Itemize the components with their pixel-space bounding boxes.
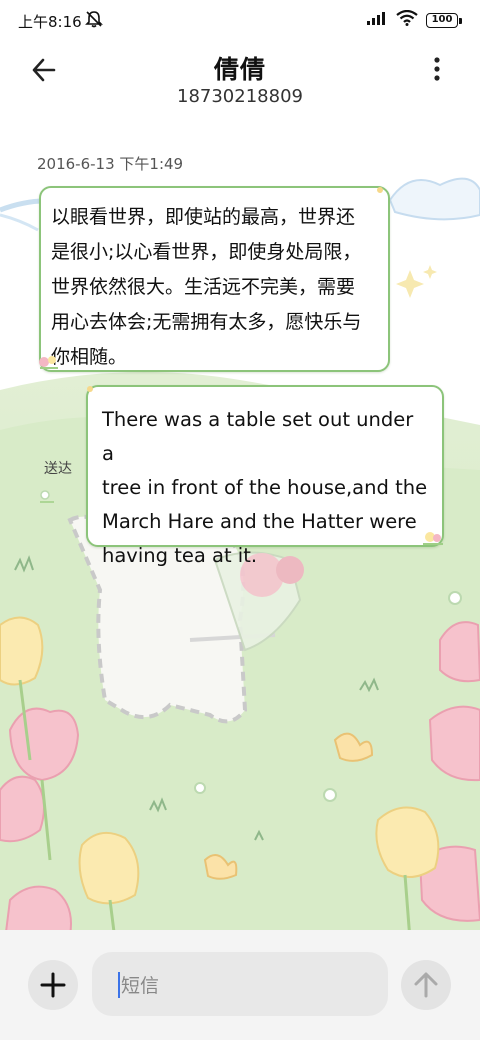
message-input-placeholder: 短信 <box>121 975 160 997</box>
bubble-flower-decoration-icon <box>39 356 58 369</box>
message-line: having tea at it. <box>102 544 258 567</box>
grass-sprout-icon <box>40 490 54 503</box>
contact-name: 倩倩 <box>213 55 266 84</box>
send-button[interactable] <box>401 960 451 1010</box>
incoming-message-bubble[interactable]: 以眼看世界，即使站的最高，世界还 是很小;以心看世界，即使身处局限， 世界依然很… <box>39 186 390 372</box>
message-line: 用心去体会;无需拥有太多，愿快乐与 <box>51 311 362 333</box>
more-options-button[interactable] <box>422 52 452 88</box>
message-line: March Hare and the Hatter were <box>102 510 417 533</box>
message-line: 你相随。 <box>51 346 128 368</box>
more-vertical-icon <box>434 57 440 81</box>
bubble-sparkle-icon <box>377 187 383 193</box>
add-attachment-button[interactable] <box>28 960 78 1010</box>
contact-number: 18730218809 <box>177 86 303 107</box>
status-time: 上午8:16 <box>18 13 82 31</box>
bubble-sparkle-icon <box>87 386 93 392</box>
outgoing-message-bubble[interactable]: There was a table set out under a tree i… <box>86 385 444 567</box>
conversation-header: 倩倩 18730218809 <box>0 42 480 112</box>
signal-icon <box>366 11 388 29</box>
battery-icon: 100 <box>426 12 462 28</box>
compose-bar: 短信 <box>0 930 480 1040</box>
plus-icon <box>40 972 66 998</box>
message-line: 是很小;以心看世界，即使身处局限， <box>51 241 362 263</box>
message-line: 世界依然很大。生活远不完美，需要 <box>51 276 356 298</box>
bubble-flower-decoration-icon <box>423 532 443 545</box>
message-line: There was a table set out under a <box>102 408 414 465</box>
message-timestamp: 2016-6-13 下午1:49 <box>37 155 184 173</box>
delivery-status: 送达 <box>44 461 72 477</box>
wifi-icon <box>396 9 418 30</box>
message-line: 以眼看世界，即使站的最高，世界还 <box>51 206 356 228</box>
arrow-up-icon <box>414 972 438 998</box>
text-caret <box>118 972 120 998</box>
status-bar: 上午8:16 100 <box>0 0 480 40</box>
message-input[interactable]: 短信 <box>92 952 388 1016</box>
dnd-bell-icon <box>84 9 104 33</box>
status-icons: 100 <box>366 9 462 30</box>
message-line: tree in front of the house,and the <box>102 476 428 499</box>
